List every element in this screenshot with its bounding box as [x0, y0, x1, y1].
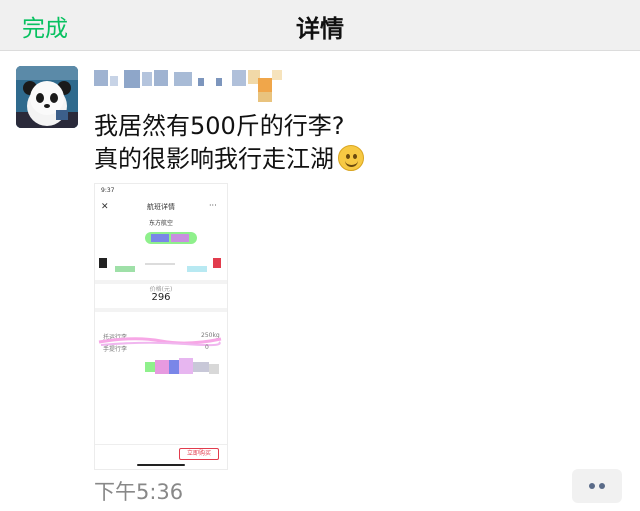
screenshot-header: 航班详情	[147, 203, 175, 211]
panda-avatar-icon	[16, 66, 78, 128]
post-message: 我居然有500斤的行李? 真的很影响我行走江湖	[94, 110, 614, 176]
luggage-row-value: 0	[205, 344, 209, 351]
divider	[95, 444, 227, 445]
page-title: 详情	[296, 15, 344, 43]
airline-label: 东方航空	[148, 220, 173, 227]
screenshot-buy-button: 立即购买	[179, 448, 219, 460]
attached-screenshot-image[interactable]: 9:37 ✕ 航班详情 ··· 东方航空 价格(元) 296 托运行李 250k…	[94, 183, 228, 470]
more-icon: ···	[209, 201, 217, 210]
nav-bar: 完成 详情	[0, 0, 640, 51]
more-actions-button[interactable]	[572, 469, 622, 503]
blurred-contact-info	[145, 358, 219, 374]
avatar[interactable]	[16, 66, 78, 128]
post-time: 下午5:36	[94, 480, 184, 504]
divider	[95, 308, 227, 312]
blurred-flight-info	[99, 232, 221, 272]
message-line: 我居然有500斤的行李?	[94, 112, 345, 140]
blurred-nickname	[94, 66, 294, 104]
home-indicator	[137, 464, 185, 466]
message-line: 真的很影响我行走江湖	[94, 145, 334, 173]
luggage-row-label: 手提行李	[103, 346, 128, 353]
smile-emoji-icon	[338, 145, 364, 171]
price-value: 296	[151, 292, 171, 303]
dot-icon	[599, 483, 605, 489]
dot-icon	[589, 483, 595, 489]
status-time: 9:37	[101, 187, 115, 194]
